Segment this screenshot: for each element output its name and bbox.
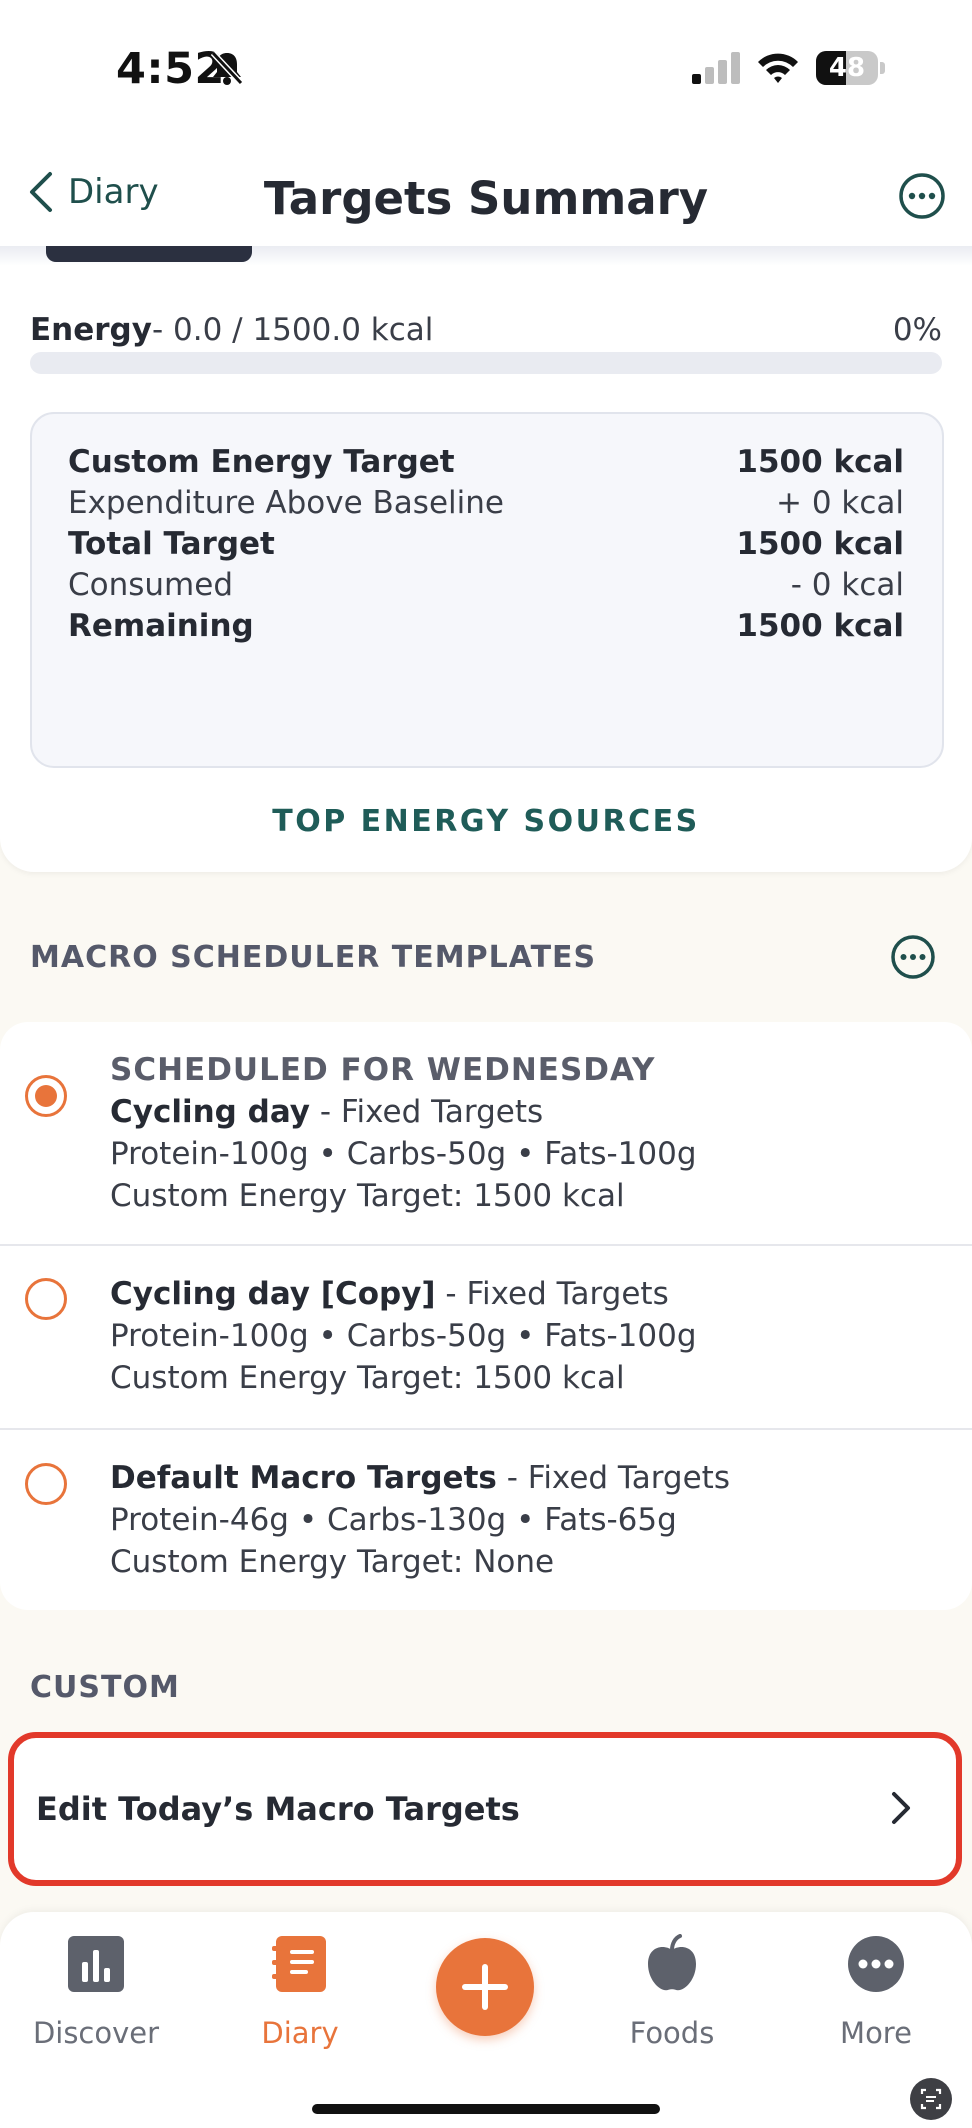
row-value: 1500 kcal	[736, 444, 904, 480]
row-label: Total Target	[68, 526, 275, 562]
tab-foods[interactable]: Foods	[592, 1934, 752, 2050]
chevron-right-icon	[892, 1792, 910, 1824]
template-item-default-macro-targets[interactable]: Default Macro Targets - Fixed Targets Pr…	[0, 1430, 972, 1610]
plus-icon	[462, 1964, 508, 2010]
add-button[interactable]	[436, 1938, 534, 2036]
expenditure-row: Expenditure Above Baseline + 0 kcal	[68, 485, 904, 521]
energy-percent: 0%	[892, 312, 942, 348]
edit-todays-macro-targets-button[interactable]: Edit Today’s Macro Targets	[8, 1732, 962, 1886]
chevron-left-icon	[30, 172, 52, 212]
remaining-row: Remaining 1500 kcal	[68, 608, 904, 644]
consumed-row: Consumed - 0 kcal	[68, 567, 904, 603]
row-label: Remaining	[68, 608, 254, 644]
more-dots-icon	[848, 1936, 904, 1992]
template-name: Cycling day [Copy]	[110, 1276, 436, 1312]
template-title: Default Macro Targets - Fixed Targets	[110, 1460, 730, 1496]
total-target-row: Total Target 1500 kcal	[68, 526, 904, 562]
template-item-cycling-day-copy[interactable]: Cycling day [Copy] - Fixed Targets Prote…	[0, 1246, 972, 1428]
home-indicator	[312, 2104, 660, 2114]
tab-diary[interactable]: Diary	[220, 1934, 380, 2050]
template-macros: Protein-100g • Carbs-50g • Fats-100g	[110, 1136, 697, 1172]
template-name: Default Macro Targets	[110, 1460, 497, 1496]
tab-more[interactable]: More	[796, 1934, 956, 2050]
custom-energy-target-row: Custom Energy Target 1500 kcal	[68, 444, 904, 480]
template-title: Cycling day - Fixed Targets	[110, 1094, 543, 1130]
back-button[interactable]: Diary	[26, 170, 159, 214]
schedule-label: SCHEDULED FOR WEDNESDAY	[110, 1052, 656, 1088]
bar-chart-icon	[68, 1936, 124, 1992]
row-label: Expenditure Above Baseline	[68, 485, 504, 521]
tab-label: Diary	[261, 2016, 339, 2050]
bell-muted-icon	[210, 50, 244, 86]
macro-templates-list: SCHEDULED FOR WEDNESDAY Cycling day - Fi…	[0, 1022, 972, 1610]
row-value: + 0 kcal	[775, 485, 904, 521]
scan-text-icon[interactable]	[910, 2078, 952, 2120]
template-title: Cycling day [Copy] - Fixed Targets	[110, 1276, 669, 1312]
radio-unselected[interactable]	[25, 1463, 67, 1505]
scheduler-more-icon[interactable]	[890, 934, 936, 980]
cellular-signal-icon	[692, 52, 740, 84]
energy-summary: Energy- 0.0 / 1500.0 kcal	[30, 312, 433, 348]
template-macros: Protein-46g • Carbs-130g • Fats-65g	[110, 1502, 677, 1538]
template-energy: Custom Energy Target: None	[110, 1544, 555, 1580]
template-type: - Fixed Targets	[310, 1094, 544, 1130]
tab-label: Foods	[629, 2016, 715, 2050]
selected-tab-indicator	[46, 246, 252, 262]
radio-selected[interactable]	[25, 1075, 67, 1117]
row-label: Consumed	[68, 567, 234, 603]
more-options-icon[interactable]	[898, 172, 946, 220]
template-item-cycling-day[interactable]: SCHEDULED FOR WEDNESDAY Cycling day - Fi…	[0, 1022, 972, 1244]
wifi-icon	[758, 53, 798, 83]
tab-discover[interactable]: Discover	[16, 1934, 176, 2050]
energy-progress-bar	[30, 352, 942, 374]
top-energy-sources-button[interactable]: TOP ENERGY SOURCES	[0, 804, 972, 839]
template-type: - Fixed Targets	[435, 1276, 669, 1312]
custom-heading: CUSTOM	[30, 1670, 180, 1705]
row-value: - 0 kcal	[790, 567, 904, 603]
back-label: Diary	[68, 172, 159, 212]
apple-icon	[648, 1934, 696, 1991]
template-energy: Custom Energy Target: 1500 kcal	[110, 1178, 625, 1214]
row-value: 1500 kcal	[736, 608, 904, 644]
diary-notebook-icon	[272, 1936, 326, 1992]
template-macros: Protein-100g • Carbs-50g • Fats-100g	[110, 1318, 697, 1354]
battery-icon: 48	[816, 51, 886, 85]
tab-label: More	[840, 2016, 912, 2050]
energy-detail: - 0.0 / 1500.0 kcal	[151, 312, 434, 348]
tab-label: Discover	[32, 2016, 160, 2050]
energy-label: Energy	[30, 312, 152, 348]
scan-glyph-icon	[920, 2088, 942, 2110]
macro-scheduler-heading: MACRO SCHEDULER TEMPLATES	[30, 940, 597, 975]
row-label: Custom Energy Target	[68, 444, 455, 480]
radio-unselected[interactable]	[25, 1278, 67, 1320]
template-name: Cycling day	[110, 1094, 311, 1130]
energy-target-breakdown: Custom Energy Target 1500 kcal Expenditur…	[30, 412, 944, 768]
template-type: - Fixed Targets	[496, 1460, 730, 1496]
template-energy: Custom Energy Target: 1500 kcal	[110, 1360, 625, 1396]
edit-label: Edit Today’s Macro Targets	[36, 1790, 520, 1828]
row-value: 1500 kcal	[736, 526, 904, 562]
battery-level: 48	[828, 53, 866, 83]
